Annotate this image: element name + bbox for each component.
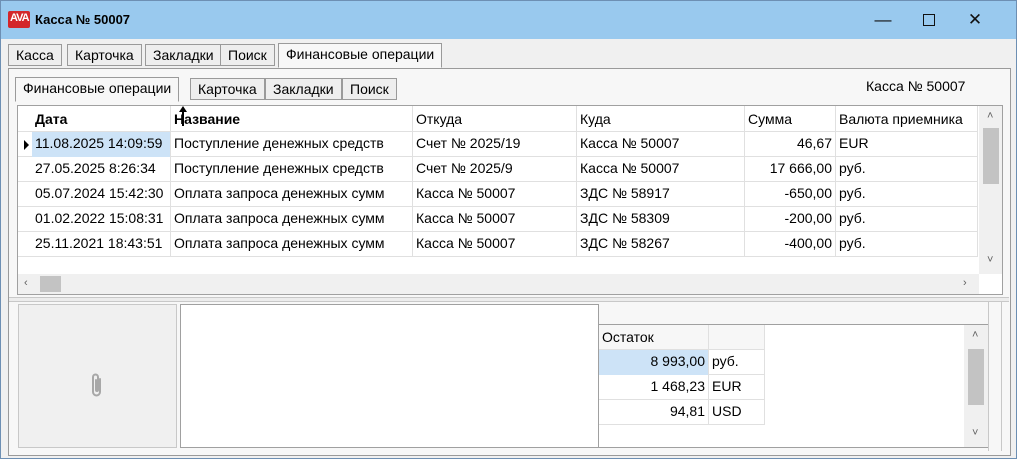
current-row-indicator-icon — [24, 140, 29, 150]
cell-name[interactable]: Поступление денежных средств — [171, 157, 413, 182]
table-row[interactable]: 25.11.2021 18:43:51 Оплата запроса денежн… — [18, 232, 978, 257]
cell-amount[interactable]: 17 666,00 — [745, 157, 836, 182]
balance-currency[interactable]: EUR — [709, 375, 765, 400]
cell-currency[interactable]: руб. — [836, 182, 978, 207]
cell-from[interactable]: Касса № 50007 — [413, 207, 577, 232]
balance-currency[interactable]: руб. — [709, 350, 765, 375]
balance-amount[interactable]: 94,81 — [599, 400, 709, 425]
table-row[interactable]: 27.05.2025 8:26:34 Поступление денежных с… — [18, 157, 978, 182]
cell-name[interactable]: Оплата запроса денежных сумм — [171, 232, 413, 257]
window-title: Касса № 50007 — [35, 12, 131, 27]
horizontal-splitter[interactable] — [9, 297, 1009, 302]
attachment-pane[interactable] — [18, 304, 177, 448]
balance-amount[interactable]: 8 993,00 — [599, 350, 709, 375]
tab-kassa[interactable]: Касса — [8, 44, 62, 66]
balance-row[interactable]: 8 993,00 руб. — [599, 350, 765, 375]
inner-tab-zakladki[interactable]: Закладки — [265, 78, 342, 100]
scroll-up-icon[interactable]: ˄ — [987, 110, 993, 122]
cell-name[interactable]: Поступление денежных средств — [171, 132, 413, 157]
balance-currency[interactable]: USD — [709, 400, 765, 425]
cell-from[interactable]: Счет № 2025/9 — [413, 157, 577, 182]
notes-text-area[interactable] — [180, 304, 599, 448]
cell-amount[interactable]: -650,00 — [745, 182, 836, 207]
cell-date[interactable]: 11.08.2025 14:09:59 — [32, 132, 171, 157]
column-header-currency[interactable]: Валюта приемника — [836, 106, 978, 132]
column-header-amount[interactable]: Сумма — [745, 106, 836, 132]
balance-header-currency — [709, 325, 765, 350]
column-header-from[interactable]: Откуда — [413, 106, 577, 132]
cell-from[interactable]: Касса № 50007 — [413, 232, 577, 257]
cell-date[interactable]: 01.02.2022 15:08:31 — [32, 207, 171, 232]
close-button[interactable]: ✕ — [952, 1, 998, 39]
inner-tab-finansovye-operatsii[interactable]: Финансовые операции — [15, 77, 180, 102]
cell-to[interactable]: ЗДС № 58267 — [577, 232, 745, 257]
cell-date[interactable]: 25.11.2021 18:43:51 — [32, 232, 171, 257]
cell-amount[interactable]: 46,67 — [745, 132, 836, 157]
scroll-up-icon[interactable]: ˄ — [972, 329, 978, 341]
maximize-button[interactable] — [906, 1, 952, 39]
cell-name[interactable]: Оплата запроса денежных сумм — [171, 207, 413, 232]
table-row[interactable]: 11.08.2025 14:09:59 Поступление денежных … — [18, 132, 978, 157]
app-window: AVA Касса № 50007 — ✕ Касса Карточка Зак… — [0, 0, 1017, 459]
cell-date[interactable]: 27.05.2025 8:26:34 — [32, 157, 171, 182]
tab-zakladki[interactable]: Закладки — [145, 44, 222, 66]
tab-poisk[interactable]: Поиск — [220, 44, 275, 66]
balance-amount[interactable]: 1 468,23 — [599, 375, 709, 400]
operations-grid[interactable]: Дата Название Откуда Куда Сумма Валюта п… — [17, 105, 1003, 295]
inner-tab-kartochka[interactable]: Карточка — [190, 78, 265, 100]
scroll-right-icon[interactable]: › — [963, 277, 967, 289]
tab-finansovye-operatsii[interactable]: Финансовые операции — [278, 43, 443, 68]
column-header-name[interactable]: Название — [171, 106, 413, 132]
grid-header: Дата Название Откуда Куда Сумма Валюта п… — [18, 106, 978, 132]
title-bar[interactable]: AVA Касса № 50007 — ✕ — [1, 1, 1016, 39]
scroll-down-icon[interactable]: ˅ — [972, 427, 978, 439]
cell-to[interactable]: Касса № 50007 — [577, 132, 745, 157]
scroll-thumb[interactable] — [983, 128, 999, 184]
cell-name[interactable]: Оплата запроса денежных сумм — [171, 182, 413, 207]
paperclip-icon[interactable] — [89, 371, 105, 399]
balance-grid[interactable]: Остаток 8 993,00 руб. 1 468,23 EUR 94,81 USD … — [598, 324, 989, 448]
panel-caption: Касса № 50007 — [866, 78, 966, 94]
cell-currency[interactable]: руб. — [836, 232, 978, 257]
cell-currency[interactable]: руб. — [836, 207, 978, 232]
balance-row[interactable]: 1 468,23 EUR — [599, 375, 765, 400]
app-logo-icon: AVA — [8, 11, 30, 28]
balance-vertical-scrollbar[interactable]: ˄ ˅ — [964, 325, 988, 447]
cell-from[interactable]: Счет № 2025/19 — [413, 132, 577, 157]
grid-vertical-scrollbar[interactable]: ˄ ˅ — [979, 106, 1002, 274]
tab-kartochka[interactable]: Карточка — [67, 44, 142, 66]
close-icon: ✕ — [967, 10, 983, 29]
scroll-down-icon[interactable]: ˅ — [987, 254, 993, 266]
cell-amount[interactable]: -200,00 — [745, 207, 836, 232]
cell-from[interactable]: Касса № 50007 — [413, 182, 577, 207]
cell-to[interactable]: Касса № 50007 — [577, 157, 745, 182]
minimize-button[interactable]: — — [860, 1, 906, 39]
scroll-left-icon[interactable]: ‹ — [24, 277, 28, 289]
vertical-splitter[interactable] — [988, 301, 1002, 451]
cell-amount[interactable]: -400,00 — [745, 232, 836, 257]
cell-date[interactable]: 05.07.2024 15:42:30 — [32, 182, 171, 207]
minimize-icon: — — [874, 10, 892, 29]
balance-header: Остаток — [599, 325, 709, 350]
table-row[interactable]: 05.07.2024 15:42:30 Оплата запроса денежн… — [18, 182, 978, 207]
maximize-icon — [923, 14, 935, 26]
scroll-thumb[interactable] — [968, 349, 984, 405]
inner-tab-poisk[interactable]: Поиск — [342, 78, 397, 100]
grid-horizontal-scrollbar[interactable]: ‹ › — [18, 274, 979, 294]
cell-currency[interactable]: руб. — [836, 157, 978, 182]
cell-currency[interactable]: EUR — [836, 132, 978, 157]
scroll-thumb[interactable] — [40, 276, 61, 292]
column-header-date[interactable]: Дата — [32, 106, 171, 132]
cell-to[interactable]: ЗДС № 58917 — [577, 182, 745, 207]
column-header-to[interactable]: Куда — [577, 106, 745, 132]
app-logo-text: AVA — [10, 12, 30, 24]
balance-row[interactable]: 94,81 USD — [599, 400, 765, 425]
cell-to[interactable]: ЗДС № 58309 — [577, 207, 745, 232]
table-row[interactable]: 01.02.2022 15:08:31 Оплата запроса денежн… — [18, 207, 978, 232]
